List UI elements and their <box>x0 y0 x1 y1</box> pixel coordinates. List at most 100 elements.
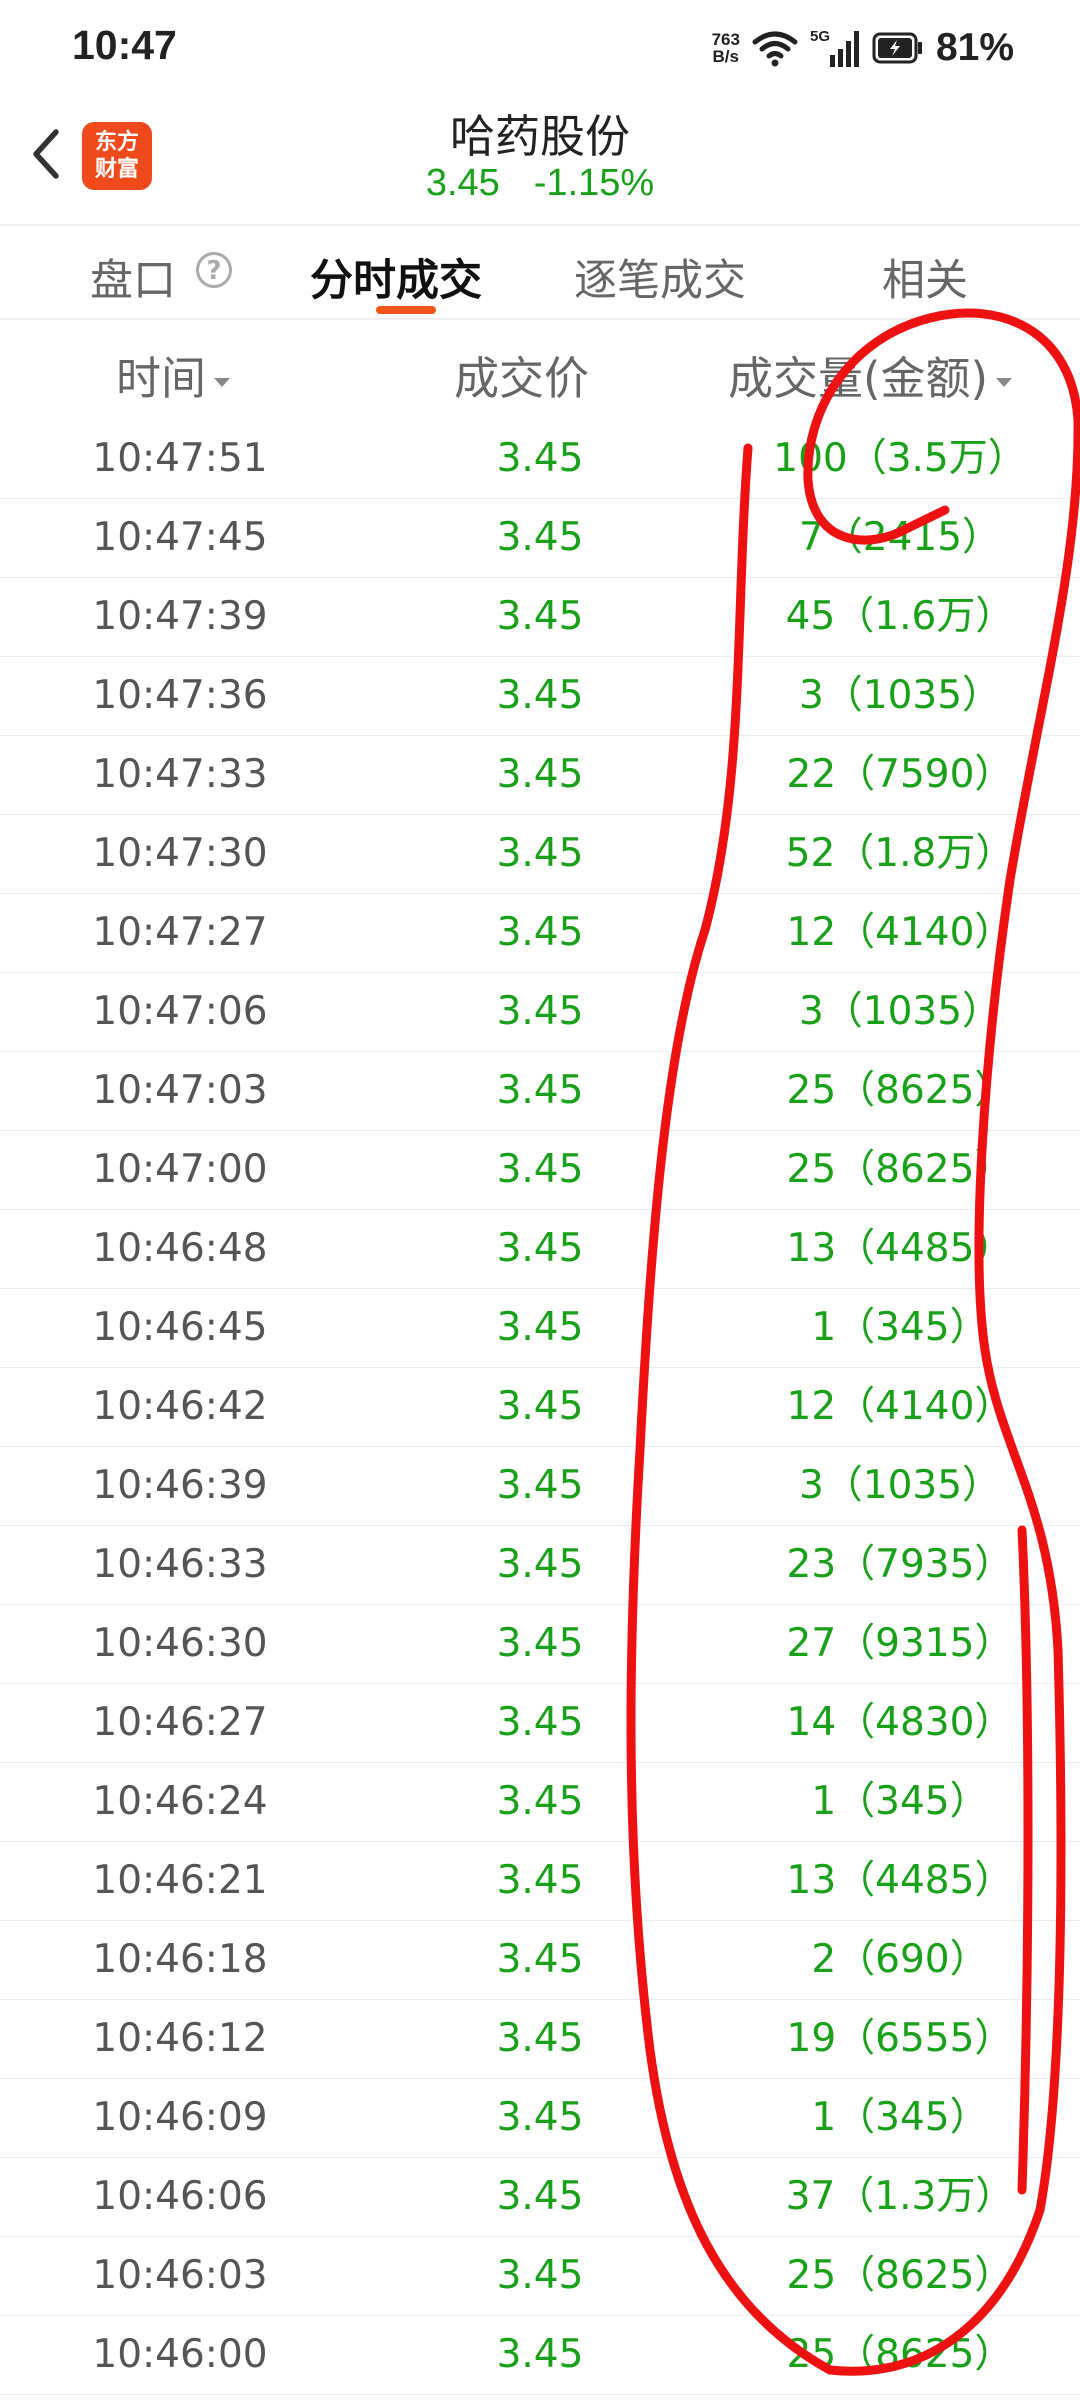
stock-price: 3.45 <box>425 162 500 204</box>
status-icons: 763 B/s 5G 81% <box>712 26 1014 70</box>
trade-price: 3.45 <box>496 1858 584 1903</box>
trade-time: 10:46:21 <box>92 1858 268 1903</box>
trade-time: 10:46:33 <box>92 1542 268 1587</box>
trade-row: 10:47:03 3.45 25（8625） <box>0 1052 1080 1131</box>
column-volume[interactable]: 成交量(金额) <box>728 342 1013 407</box>
trade-price: 3.45 <box>496 1542 584 1587</box>
network-type-label: 5G <box>810 28 830 45</box>
trade-volume: 12（4140） <box>786 1384 1014 1429</box>
trade-row: 10:47:30 3.45 52（1.8万） <box>0 815 1080 894</box>
trade-time: 10:47:03 <box>92 1068 268 1113</box>
trade-time: 10:47:27 <box>92 910 268 955</box>
help-icon[interactable]: ? <box>196 252 232 288</box>
trade-price: 3.45 <box>496 831 584 876</box>
trade-row: 10:46:39 3.45 3（1035） <box>0 1447 1080 1526</box>
trade-volume: 45（1.6万） <box>785 594 1015 639</box>
trade-time: 10:46:18 <box>92 1937 268 1982</box>
trade-volume: 14（4830） <box>786 1700 1014 1745</box>
trade-price: 3.45 <box>496 752 584 797</box>
cellular-signal-icon: 5G <box>810 28 859 67</box>
trade-volume: 25（8625） <box>786 2332 1014 2377</box>
sort-caret-icon <box>996 377 1013 387</box>
network-speed-unit: B/s <box>712 47 739 66</box>
trade-time: 10:46:27 <box>92 1700 268 1745</box>
network-speed: 763 B/s <box>712 31 740 65</box>
trade-time: 10:46:39 <box>92 1463 268 1508</box>
trade-time: 10:46:45 <box>92 1305 268 1350</box>
trade-row: 10:46:03 3.45 25（8625） <box>0 2237 1080 2316</box>
trade-price: 3.45 <box>496 2253 584 2298</box>
trade-row: 10:47:00 3.45 25（8625） <box>0 1131 1080 1210</box>
trade-volume: 27（9315） <box>786 1621 1014 1666</box>
trade-time: 10:47:33 <box>92 752 268 797</box>
trade-price: 3.45 <box>496 1068 584 1113</box>
trade-time: 10:47:30 <box>92 831 268 876</box>
trade-price: 3.45 <box>496 515 584 560</box>
trade-volume: 22（7590） <box>786 752 1014 797</box>
trade-row: 10:47:27 3.45 12（4140） <box>0 894 1080 973</box>
trade-price: 3.45 <box>496 1305 584 1350</box>
trade-volume: 13（4485） <box>786 1226 1014 1271</box>
battery-icon <box>872 32 922 64</box>
trade-row: 10:47:51 3.45 100（3.5万） <box>0 420 1080 499</box>
trade-volume: 12（4140） <box>786 910 1014 955</box>
trade-price: 3.45 <box>496 989 584 1034</box>
battery-percentage: 81% <box>935 26 1014 69</box>
tab-order-book[interactable]: 盘口 <box>90 246 176 308</box>
trade-time: 10:46:24 <box>92 1779 268 1824</box>
trade-volume: 23（7935） <box>786 1542 1014 1587</box>
trade-volume: 25（8625） <box>786 1147 1014 1192</box>
trade-row: 10:47:33 3.45 22（7590） <box>0 736 1080 815</box>
trade-price: 3.45 <box>496 1700 584 1745</box>
trade-time: 10:46:06 <box>92 2174 268 2219</box>
header: 东方 财富 哈药股份 3.45 -1.15% <box>0 96 1080 224</box>
trade-row: 10:47:39 3.45 45（1.6万） <box>0 578 1080 657</box>
tab-related[interactable]: 相关 <box>882 246 968 308</box>
stock-quote: 3.45 -1.15% <box>0 162 1080 205</box>
stock-name: 哈药股份 <box>449 110 630 163</box>
trade-volume: 1（345） <box>811 1305 989 1350</box>
trade-volume: 37（1.3万） <box>785 2174 1015 2219</box>
trade-row: 10:47:45 3.45 7（2415） <box>0 499 1080 578</box>
trade-price: 3.45 <box>496 1937 584 1982</box>
trade-price: 3.45 <box>496 1147 584 1192</box>
column-header: 时间 成交价 成交量(金额) <box>0 322 1080 418</box>
trade-time: 10:47:36 <box>92 673 268 718</box>
trade-time: 10:46:00 <box>92 2332 268 2377</box>
trade-time: 10:47:06 <box>92 989 268 1034</box>
tab-tick-trades[interactable]: 逐笔成交 <box>574 246 746 308</box>
trade-volume: 25（8625） <box>786 1068 1014 1113</box>
trade-volume: 3（1035） <box>798 989 1002 1034</box>
trade-price: 3.45 <box>496 1779 584 1824</box>
trade-price: 3.45 <box>496 594 584 639</box>
trade-row: 10:46:00 3.45 25（8625） <box>0 2316 1080 2395</box>
trade-row: 10:46:12 3.45 19（6555） <box>0 2000 1080 2079</box>
trade-volume: 19（6555） <box>786 2016 1014 2061</box>
status-time: 10:47 <box>72 22 177 68</box>
trade-price: 3.45 <box>496 1226 584 1271</box>
trade-row: 10:46:24 3.45 1（345） <box>0 1763 1080 1842</box>
trade-volume: 3（1035） <box>798 673 1002 718</box>
sort-caret-icon <box>214 377 231 387</box>
trade-row: 10:46:21 3.45 13（4485） <box>0 1842 1080 1921</box>
trade-time: 10:46:03 <box>92 2253 268 2298</box>
trade-time: 10:46:09 <box>92 2095 268 2140</box>
trade-row: 10:47:06 3.45 3（1035） <box>0 973 1080 1052</box>
trade-price: 3.45 <box>496 1621 584 1666</box>
tab-time-trades[interactable]: 分时成交 <box>310 246 482 308</box>
tabs-divider <box>0 318 1080 320</box>
trade-volume: 1（345） <box>811 2095 989 2140</box>
trade-time: 10:46:12 <box>92 2016 268 2061</box>
trade-price: 3.45 <box>496 1463 584 1508</box>
trade-volume: 2（690） <box>811 1937 989 1982</box>
trade-time: 10:46:48 <box>92 1226 268 1271</box>
trade-row: 10:46:06 3.45 37（1.3万） <box>0 2158 1080 2237</box>
trade-time: 10:47:45 <box>92 515 268 560</box>
wifi-icon <box>752 31 798 67</box>
trade-price: 3.45 <box>496 2332 584 2377</box>
trade-volume: 3（1035） <box>798 1463 1002 1508</box>
column-time[interactable]: 时间 <box>116 342 231 407</box>
trade-volume: 100（3.5万） <box>773 436 1027 481</box>
trade-time: 10:46:42 <box>92 1384 268 1429</box>
trade-time: 10:47:00 <box>92 1147 268 1192</box>
